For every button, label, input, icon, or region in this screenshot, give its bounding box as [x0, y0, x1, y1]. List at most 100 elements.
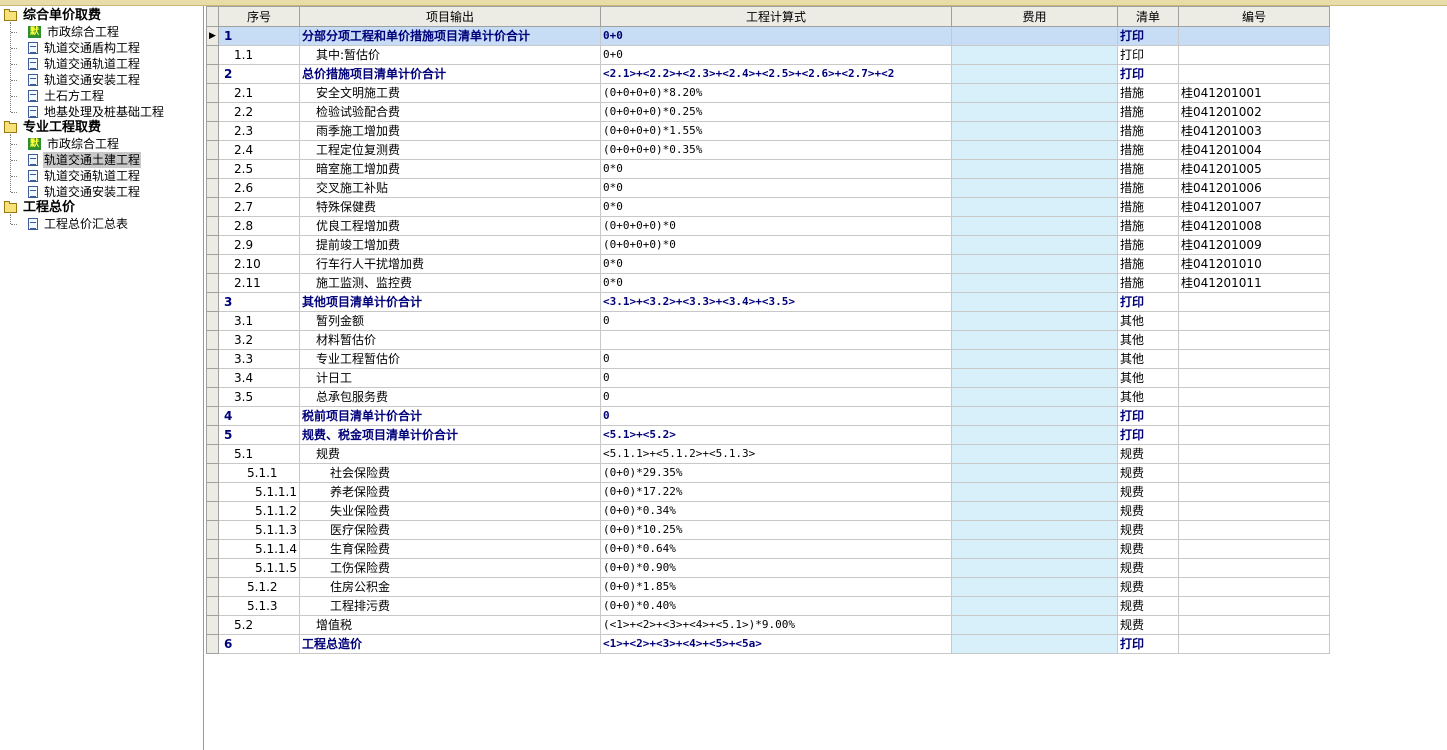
- cell-fee[interactable]: [950, 596, 1118, 616]
- col-header-name[interactable]: 项目输出: [298, 6, 601, 27]
- cell-seq[interactable]: 2.10: [218, 254, 300, 274]
- cell-seq[interactable]: 5.1.1.4: [218, 539, 300, 559]
- tree-item[interactable]: 默市政综合工程: [28, 136, 120, 152]
- col-header-list[interactable]: 清单: [1116, 6, 1179, 27]
- col-header-formula[interactable]: 工程计算式: [599, 6, 952, 27]
- cell-fee[interactable]: [950, 26, 1118, 46]
- cell-code[interactable]: 桂041201002: [1177, 102, 1330, 122]
- cell-seq[interactable]: 5.1.1.5: [218, 558, 300, 578]
- cell-code[interactable]: [1177, 45, 1330, 65]
- cell-name[interactable]: 工程定位复测费: [298, 140, 601, 160]
- cell-list[interactable]: 打印: [1116, 64, 1179, 84]
- cell-list[interactable]: 打印: [1116, 26, 1179, 46]
- cell-seq[interactable]: 2.5: [218, 159, 300, 179]
- row-indicator[interactable]: [206, 178, 219, 198]
- cell-seq[interactable]: 2.4: [218, 140, 300, 160]
- cell-code[interactable]: [1177, 26, 1330, 46]
- cell-seq[interactable]: 2.11: [218, 273, 300, 293]
- tree-group[interactable]: 专业工程取费: [4, 120, 102, 136]
- cell-seq[interactable]: 2.3: [218, 121, 300, 141]
- cell-name[interactable]: 材料暂估价: [298, 330, 601, 350]
- cell-code[interactable]: [1177, 64, 1330, 84]
- cell-list[interactable]: 措施: [1116, 121, 1179, 141]
- cell-seq[interactable]: 4: [218, 406, 300, 426]
- row-indicator[interactable]: [206, 64, 219, 84]
- row-indicator[interactable]: [206, 273, 219, 293]
- cell-fee[interactable]: [950, 292, 1118, 312]
- tree-item[interactable]: 地基处理及桩基础工程: [28, 104, 165, 120]
- cell-fee[interactable]: [950, 178, 1118, 198]
- cell-formula[interactable]: (0+0)*10.25%: [599, 520, 952, 540]
- cell-fee[interactable]: [950, 254, 1118, 274]
- cell-name[interactable]: 暗室施工增加费: [298, 159, 601, 179]
- cell-fee[interactable]: [950, 83, 1118, 103]
- tree-item[interactable]: 工程总价汇总表: [28, 216, 129, 232]
- cell-formula[interactable]: (0+0)*17.22%: [599, 482, 952, 502]
- cell-name[interactable]: 优良工程增加费: [298, 216, 601, 236]
- cell-seq[interactable]: 3.3: [218, 349, 300, 369]
- cell-fee[interactable]: [950, 45, 1118, 65]
- row-indicator[interactable]: [206, 444, 219, 464]
- cell-seq[interactable]: 5.1: [218, 444, 300, 464]
- cell-name[interactable]: 失业保险费: [298, 501, 601, 521]
- cell-formula[interactable]: 0+0: [599, 45, 952, 65]
- table-row[interactable]: 5.2 增值税 (<1>+<2>+<3>+<4>+<5.1>)*9.00% 规费: [206, 615, 1330, 635]
- cell-list[interactable]: 措施: [1116, 83, 1179, 103]
- cell-fee[interactable]: [950, 273, 1118, 293]
- table-row[interactable]: 1.1 其中:暂估价 0+0 打印: [206, 45, 1330, 65]
- cell-code[interactable]: 桂041201010: [1177, 254, 1330, 274]
- cell-list[interactable]: 打印: [1116, 406, 1179, 426]
- cell-name[interactable]: 检验试验配合费: [298, 102, 601, 122]
- cell-fee[interactable]: [950, 140, 1118, 160]
- cell-name[interactable]: 税前项目清单计价合计: [298, 406, 601, 426]
- cell-name[interactable]: 住房公积金: [298, 577, 601, 597]
- row-indicator[interactable]: [206, 140, 219, 160]
- table-row[interactable]: ▶ 1 分部分项工程和单价措施项目清单计价合计 0+0 打印: [206, 26, 1330, 46]
- row-indicator[interactable]: [206, 292, 219, 312]
- cell-seq[interactable]: 3: [218, 292, 300, 312]
- cell-name[interactable]: 生育保险费: [298, 539, 601, 559]
- table-row[interactable]: 5.1.1 社会保险费 (0+0)*29.35% 规费: [206, 463, 1330, 483]
- cell-fee[interactable]: [950, 216, 1118, 236]
- cell-code[interactable]: [1177, 444, 1330, 464]
- cell-code[interactable]: 桂041201001: [1177, 83, 1330, 103]
- row-indicator[interactable]: [206, 501, 219, 521]
- table-row[interactable]: 2.10 行车行人干扰增加费 0*0 措施 桂041201010: [206, 254, 1330, 274]
- cell-code[interactable]: [1177, 387, 1330, 407]
- row-indicator[interactable]: [206, 197, 219, 217]
- cell-list[interactable]: 规费: [1116, 558, 1179, 578]
- row-indicator[interactable]: [206, 634, 219, 654]
- cell-formula[interactable]: (<1>+<2>+<3>+<4>+<5.1>)*9.00%: [599, 615, 952, 635]
- row-indicator[interactable]: [206, 349, 219, 369]
- cell-formula[interactable]: (0+0+0+0)*1.55%: [599, 121, 952, 141]
- cell-formula[interactable]: (0+0)*29.35%: [599, 463, 952, 483]
- table-row[interactable]: 5.1.1.2 失业保险费 (0+0)*0.34% 规费: [206, 501, 1330, 521]
- cell-seq[interactable]: 3.1: [218, 311, 300, 331]
- cell-fee[interactable]: [950, 368, 1118, 388]
- cell-fee[interactable]: [950, 349, 1118, 369]
- cell-fee[interactable]: [950, 406, 1118, 426]
- cell-formula[interactable]: 0: [599, 368, 952, 388]
- row-indicator[interactable]: [206, 425, 219, 445]
- cell-name[interactable]: 分部分项工程和单价措施项目清单计价合计: [298, 26, 601, 46]
- cell-code[interactable]: [1177, 596, 1330, 616]
- cell-fee[interactable]: [950, 577, 1118, 597]
- cell-list[interactable]: 措施: [1116, 159, 1179, 179]
- cell-list[interactable]: 措施: [1116, 102, 1179, 122]
- tree-group[interactable]: 综合单价取费: [4, 8, 102, 24]
- row-indicator[interactable]: ▶: [206, 26, 219, 46]
- row-indicator[interactable]: [206, 482, 219, 502]
- cell-list[interactable]: 其他: [1116, 330, 1179, 350]
- cell-list[interactable]: 其他: [1116, 311, 1179, 331]
- cell-fee[interactable]: [950, 482, 1118, 502]
- table-row[interactable]: 5.1.1.1 养老保险费 (0+0)*17.22% 规费: [206, 482, 1330, 502]
- cell-formula[interactable]: 0*0: [599, 197, 952, 217]
- cell-code[interactable]: [1177, 520, 1330, 540]
- cell-code[interactable]: [1177, 482, 1330, 502]
- cell-name[interactable]: 总承包服务费: [298, 387, 601, 407]
- cell-name[interactable]: 总价措施项目清单计价合计: [298, 64, 601, 84]
- col-header-seq[interactable]: 序号: [218, 6, 300, 27]
- row-indicator[interactable]: [206, 159, 219, 179]
- cell-list[interactable]: 规费: [1116, 520, 1179, 540]
- cell-fee[interactable]: [950, 159, 1118, 179]
